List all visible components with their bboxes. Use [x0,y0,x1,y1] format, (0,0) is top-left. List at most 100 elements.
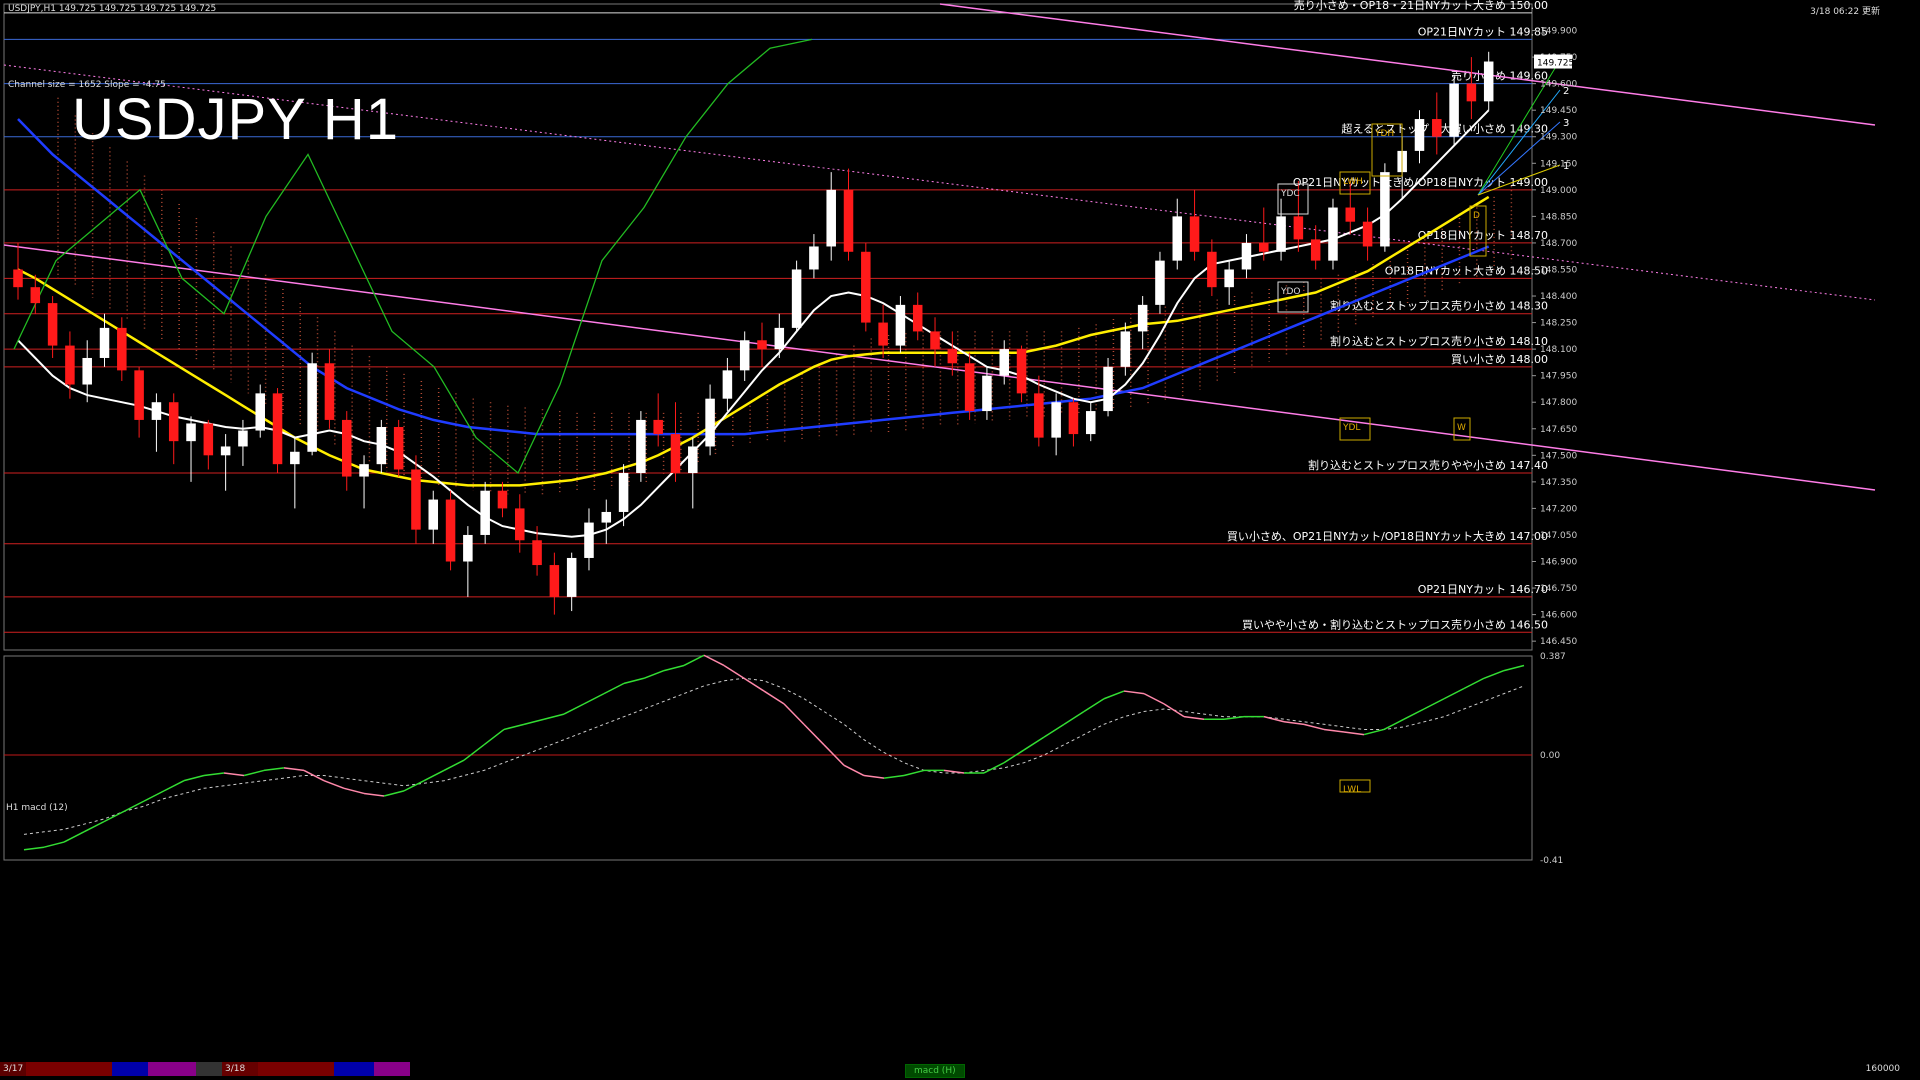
tab-segment[interactable] [334,1062,374,1076]
macd-axis-label: 0.00 [1540,751,1560,761]
level-label: 割り込むとストップロス売り小さめ 148.30 [1330,299,1548,313]
candle-up [722,370,733,399]
candle-up [1224,269,1234,288]
level-label: OP18日NYカット 148.70 [1418,229,1548,242]
macd-segment [1383,718,1405,731]
level-label: 割り込むとストップロス売りやや小さめ 147.40 [1308,458,1548,472]
macd-segment [1043,723,1065,738]
candle-down [1016,349,1027,394]
tab-segment[interactable] [112,1062,148,1076]
ref-box-label: LWH [1343,177,1363,187]
axis-tick-label: 148.400 [1540,292,1577,302]
candle-down [670,434,681,474]
channel-lower-line [3,244,1876,491]
macd-segment [1163,703,1185,718]
volume-readout: 160000 [1865,1064,1900,1074]
period-separator-strip: 3/17 3/18 [0,1062,416,1076]
candle-up [428,499,439,530]
candle-down [1466,83,1477,102]
tab-segment[interactable] [374,1062,410,1076]
channel-upper-line [939,3,1876,126]
candle-up [1085,411,1096,435]
candle-up [1380,172,1390,247]
candle-up [826,189,836,247]
macd-segment [863,774,885,779]
macd-segment [523,718,545,726]
macd-segment [323,779,345,790]
candle-down [341,419,352,477]
ref-box-label: YDH [1374,129,1394,139]
candle-down [964,363,975,412]
axis-tick-label: 148.850 [1540,212,1577,222]
macd-segment [123,800,145,813]
axis-tick-label: 148.700 [1540,239,1577,249]
candle-down [445,499,456,562]
axis-tick-label: 149.300 [1540,133,1577,143]
macd-segment [83,820,105,833]
macd-signal-line [23,677,1525,835]
ref-box-label: YDL [1342,423,1360,433]
tab-segment[interactable] [410,1062,416,1076]
macd-segment [1283,721,1305,726]
candle-down [878,322,888,346]
tab-segment[interactable] [26,1062,112,1076]
macd-segment [203,772,225,777]
axis-tick-label: 146.900 [1540,558,1577,568]
candle-up [566,557,577,597]
price-chart: 売り小さめ・OP18・21日NYカット大きめ 150.00 OP21日NYカット … [3,0,1876,866]
macd-segment [163,779,185,792]
macd-segment [363,792,385,797]
tab-segment[interactable] [196,1062,222,1076]
candle-down [757,340,767,350]
candle-down [1432,119,1442,137]
candle-up [463,534,473,562]
axis-tick-label: 147.950 [1540,372,1577,382]
tab-date[interactable]: 3/18 [222,1062,258,1076]
candle-down [515,508,525,541]
macd-segment [903,769,925,777]
macd-segment [1323,728,1345,733]
candle-up [1103,366,1113,412]
candle-up [307,363,317,452]
candle-up [774,327,785,350]
axis-tick-label: 149.000 [1540,186,1577,196]
axis-tick-label: 148.250 [1540,319,1577,329]
macd-segment [1123,690,1145,695]
macd-segment [1103,690,1125,700]
macd-segment [683,654,705,667]
timestamp: 3/18 06:22 更新 [1810,7,1880,17]
candle-up [1155,260,1165,305]
candle-down [13,269,23,288]
ref-box-label: YDO [1280,287,1301,297]
level-label: 売り小さめ・OP18・21日NYカット大きめ 150.00 [1294,0,1548,12]
candle-up [1276,216,1286,252]
symbol-header: USDJPY,H1 149.725 149.725 149.725 149.72… [8,4,217,14]
fan-label: 3 [1563,118,1569,129]
macd-segment [1443,687,1465,700]
candle-down [930,331,940,350]
macd-segment [383,790,405,797]
candle-up [601,511,612,523]
macd-segment [843,764,865,777]
ref-box-label: W [1457,423,1466,433]
macd-segment [723,664,745,679]
candle-down [653,419,663,435]
macd-segment [343,787,365,795]
macd-segment [183,774,205,782]
axis-tick-label: 149.600 [1540,80,1577,90]
tab-segment[interactable] [258,1062,334,1076]
candle-up [186,423,196,442]
macd-segment [443,759,465,772]
macd-segment [583,692,605,705]
candle-down [272,393,283,465]
candle-down [1345,207,1356,222]
axis-tick-label: 146.450 [1540,637,1577,647]
macd-toggle-button[interactable]: macd (H) [905,1064,965,1078]
tab-date[interactable]: 3/17 [0,1062,26,1076]
candle-up [376,426,387,465]
candle-up [290,451,300,465]
level-label: OP21日NYカット大きめ/OP18日NYカット 149.00 [1293,175,1548,189]
tab-segment[interactable] [148,1062,196,1076]
candle-up [618,473,629,512]
macd-segment [263,767,285,772]
